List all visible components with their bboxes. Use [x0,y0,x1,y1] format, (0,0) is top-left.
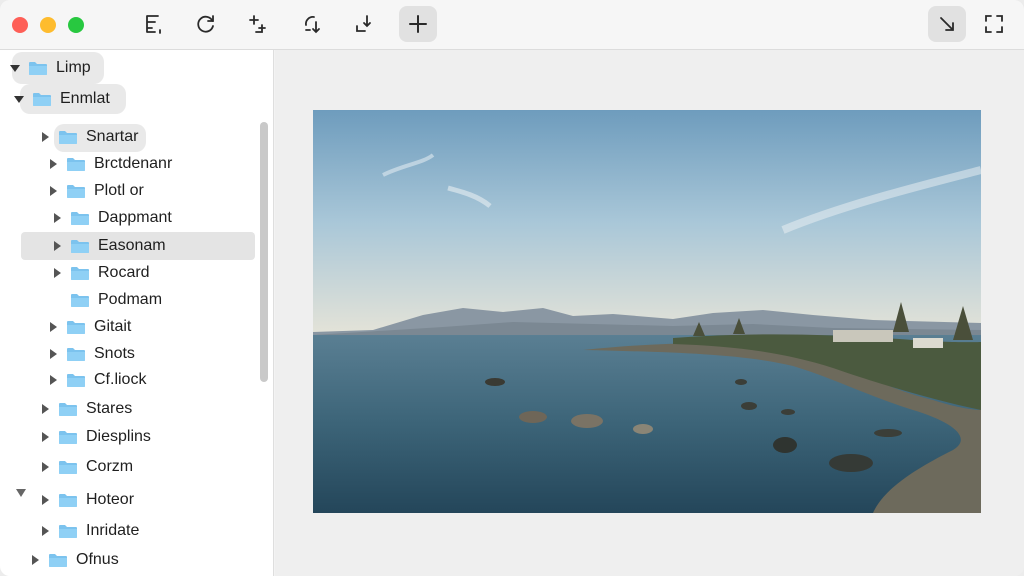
add-crop-icon [249,15,266,33]
chevron-right-icon[interactable] [46,373,60,387]
sidebar-item-label: Snartar [86,128,139,145]
sidebar-item[interactable]: Rocard [50,260,150,286]
app-window: Limp Enmlat Snartar Brctdenanr Plotl or Dappm… [0,0,1024,576]
sidebar-item-label: Limp [56,59,91,76]
folder-icon [58,492,78,508]
chevron-right-icon[interactable] [38,430,52,444]
resize-button[interactable] [928,6,966,42]
sidebar: Limp Enmlat Snartar Brctdenanr Plotl or Dappm… [0,50,274,576]
sidebar-item-label: Ofnus [76,551,119,568]
sidebar-item[interactable]: Cf.liock [46,367,146,393]
chevron-right-icon[interactable] [46,347,60,361]
sidebar-item[interactable]: Podmam [50,287,162,313]
sidebar-item[interactable]: Gitait [46,314,131,340]
toolbar [0,0,1024,50]
chevron-down-icon[interactable] [8,61,22,75]
sidebar-item-label: Cf.liock [94,371,147,388]
chevron-right-icon[interactable] [46,320,60,334]
resize-arrow-icon [940,17,954,31]
chevron-right-icon[interactable] [46,184,60,198]
folder-icon [70,265,90,281]
folder-icon [48,552,68,568]
collapse-arrow-icon [16,489,26,497]
sidebar-item-label: Easonam [98,237,166,254]
download-icon [356,15,371,32]
folder-icon [58,401,78,417]
zoom-window-button[interactable] [68,17,84,33]
sidebar-item-label: Stares [86,400,133,417]
sidebar-item-label: Diesplins [86,428,151,445]
folder-icon [66,183,86,199]
folder-icon [58,459,78,475]
chevron-right-icon[interactable] [38,524,52,538]
rotate-icon [197,15,214,33]
minimize-window-button[interactable] [40,17,56,33]
lake-landscape-photo [313,110,981,513]
sidebar-item-label: Brctdenanr [94,155,173,172]
folder-icon [66,156,86,172]
sidebar-item-label: Dappmant [98,209,172,226]
sidebar-item[interactable]: Ofnus [28,547,119,573]
chevron-right-icon[interactable] [38,402,52,416]
folder-icon [70,292,90,308]
list-icon [146,15,161,34]
folder-icon [58,523,78,539]
sidebar-item-label: Corzm [86,458,134,475]
sidebar-item-label: Podmam [98,291,163,308]
sidebar-item[interactable]: Limp [8,55,91,81]
fullscreen-button[interactable] [975,6,1013,42]
folder-icon [70,238,90,254]
folder-icon [66,346,86,362]
folder-icon [70,210,90,226]
folder-icon [58,429,78,445]
list-button[interactable] [134,6,172,42]
rotate-button[interactable] [187,6,225,42]
chevron-right-icon[interactable] [38,460,52,474]
image-viewer [275,50,1024,576]
sidebar-item[interactable]: Hoteor [38,487,134,513]
sidebar-item[interactable]: Enmlat [12,86,110,112]
chevron-right-icon[interactable] [50,211,64,225]
sidebar-item[interactable]: Dappmant [50,205,172,231]
sidebar-item-label: Inridate [86,522,140,539]
chevron-right-icon[interactable] [50,239,64,253]
sidebar-item[interactable]: Snartar [38,124,138,150]
chevron-right-icon[interactable] [50,266,64,280]
chevron-right-icon[interactable] [46,157,60,171]
folder-icon [28,60,48,76]
sidebar-item[interactable]: Plotl or [46,178,144,204]
chevron-down-icon[interactable] [12,92,26,106]
add-crop-button[interactable] [239,6,277,42]
close-window-button[interactable] [12,17,28,33]
sidebar-item[interactable]: Easonam [50,233,166,259]
add-button[interactable] [399,6,437,42]
sidebar-scrollbar[interactable] [260,122,268,382]
chevron-right-icon[interactable] [38,130,52,144]
folder-icon [66,372,86,388]
sidebar-item-label: Enmlat [60,90,110,107]
sidebar-item-label: Snots [94,345,135,362]
sidebar-item-label: Rocard [98,264,150,281]
fullscreen-icon [985,15,1003,33]
sidebar-item[interactable]: Stares [38,396,132,422]
chevron-right-icon[interactable] [28,553,42,567]
folder-icon [66,319,86,335]
sidebar-item[interactable]: Inridate [38,518,139,544]
sidebar-item-label: Plotl or [94,182,144,199]
sidebar-item[interactable]: Snots [46,341,135,367]
sidebar-item[interactable]: Diesplins [38,424,151,450]
folder-icon [58,129,78,145]
sidebar-item-label: Hoteor [86,491,135,508]
download-button[interactable] [345,6,383,42]
rotate-down-button[interactable] [293,6,331,42]
sidebar-item-label: Gitait [94,318,132,335]
folder-icon [32,91,52,107]
sidebar-item[interactable]: Brctdenanr [46,151,172,177]
plus-icon [409,15,427,33]
chevron-right-icon[interactable] [38,493,52,507]
sidebar-item[interactable]: Corzm [38,454,133,480]
rotate-down-icon [305,16,320,34]
